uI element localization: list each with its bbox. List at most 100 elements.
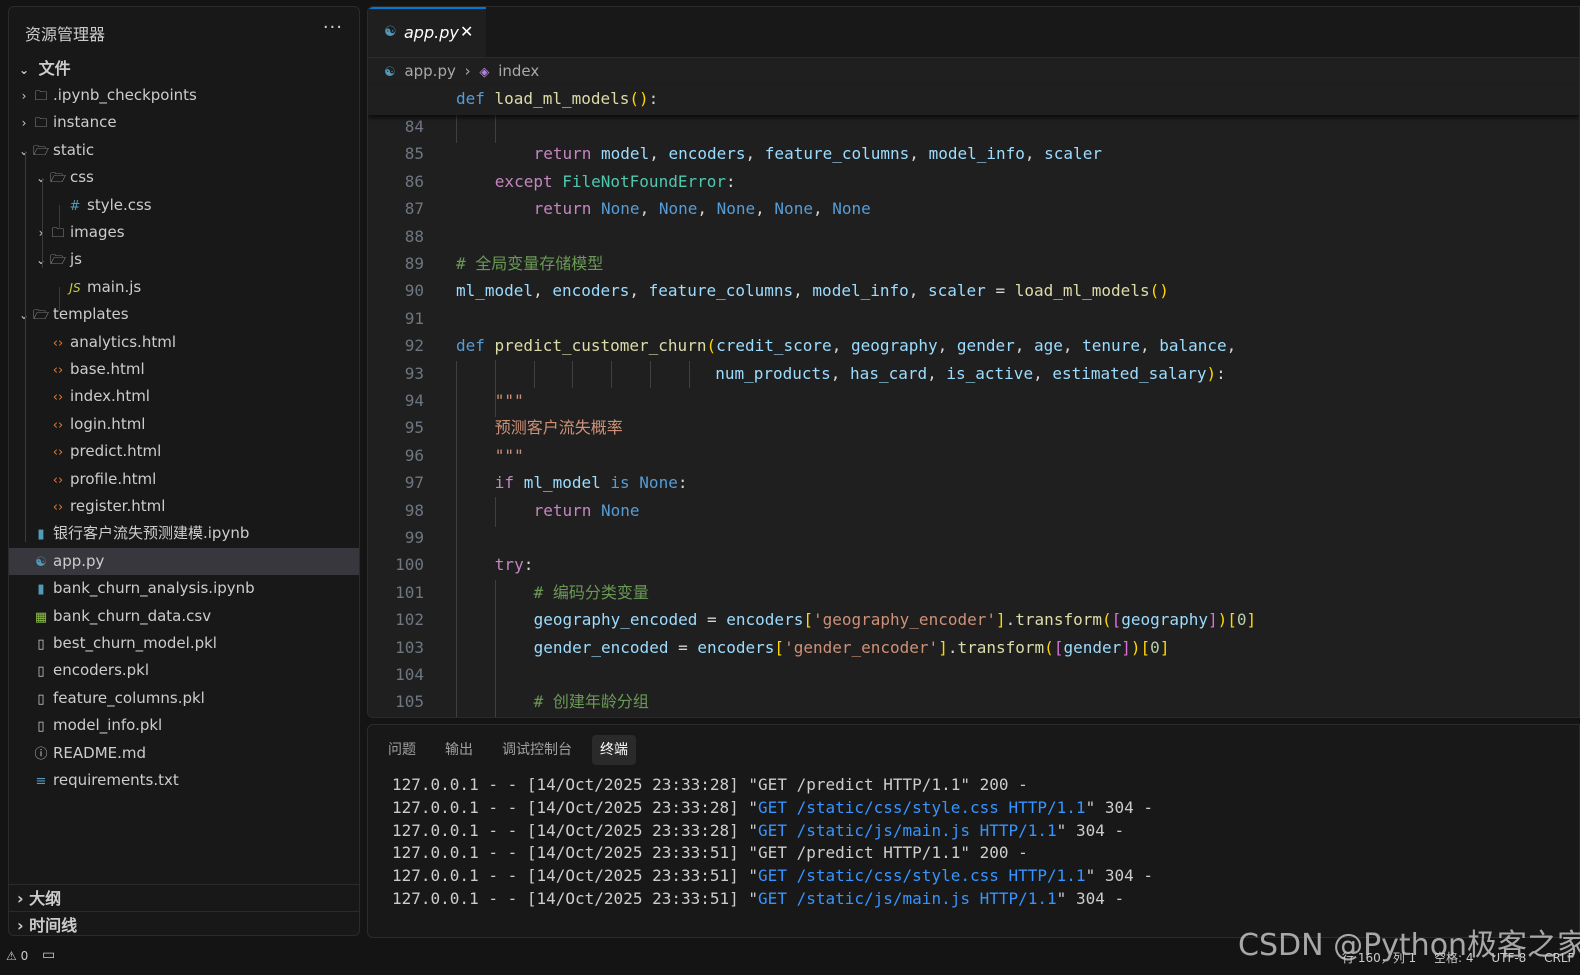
code-token: . [1005,610,1016,630]
code-token: 'gender_encoder' [784,637,939,657]
code-token: None [639,473,678,493]
line-number: 96 [404,445,424,465]
code-text: num_products, has_card, is_active, estim… [715,360,1226,387]
tree-item-register-html[interactable]: ‹› register.html [9,493,359,520]
tree-item-images[interactable]: › 🗀 images [9,219,359,246]
terminal-toggle-icon[interactable]: ▭ [42,947,55,963]
breadcrumb-file[interactable]: app.py [404,62,455,80]
tree-item-label: bank_churn_data.csv [53,606,212,625]
tree-item-bank-churn-analysis-ipynb[interactable]: ▮ bank_churn_analysis.ipynb [9,575,359,602]
more-actions-icon[interactable]: ··· [323,17,343,38]
tree-item-requirements-txt[interactable]: ≡ requirements.txt [9,767,359,794]
code-token: , [1062,336,1083,356]
tree-item--ipynb-checkpoints[interactable]: › 🗀 .ipynb_checkpoints [9,82,359,109]
watermark: CSDN @Python极客之家 [1238,928,1580,963]
code-token: : [1216,363,1226,383]
panel-tab-3[interactable]: 终端 [592,735,636,765]
code-token: , [697,199,717,219]
tree-item-model-info-pkl[interactable]: ▯ model_info.pkl [9,712,359,739]
code-token: gender_encoded [533,637,669,657]
indent-guide [688,361,690,388]
tree-item-label: main.js [87,277,142,296]
line-number: 91 [404,308,424,328]
panel-tab-1[interactable]: 输出 [437,735,481,765]
tree-item-predict-html[interactable]: ‹› predict.html [9,438,359,465]
folder-icon: 🗀 [34,116,48,132]
tree-item-label: index.html [70,387,150,406]
code-token: encoders [726,610,804,630]
tree-item-css[interactable]: ⌄ 🗁 css [9,164,359,191]
tree-item-templates[interactable]: ⌄ 🗁 templates [9,301,359,328]
tree-item-main-js[interactable]: JS main.js [9,274,359,301]
code-token: predict_customer_churn [494,336,707,356]
tree-item-js[interactable]: ⌄ 🗁 js [9,246,359,273]
tree-item-feature-columns-pkl[interactable]: ▯ feature_columns.pkl [9,685,359,712]
log-request: GET /static/css/style.css HTTP/1.1 [758,866,1086,886]
breadcrumb-symbol[interactable]: index [498,62,539,80]
file-icon: ▯ [37,691,45,707]
code-text: # 编码分类变量 [534,579,649,606]
workspace-root[interactable]: ⌄ 文件 [9,55,359,82]
line-number: 95 [404,418,424,438]
line-number: 97 [404,473,424,493]
terminal-line: 127.0.0.1 - - [14/Oct/2025 23:33:51] "GE… [392,864,1153,887]
code-text: return None [534,497,640,524]
code-token: None [601,199,640,219]
tree-item-static[interactable]: ⌄ 🗁 static [9,137,359,164]
tree-item-bank-churn-data-csv[interactable]: ▦ bank_churn_data.csv [9,603,359,630]
code-token: : [726,171,736,191]
problems-indicator[interactable]: ⚠ 0 [6,949,28,963]
close-tab-icon[interactable]: ✕ [460,22,473,41]
sticky-scroll-header[interactable]: def load_ml_models(): [368,85,1579,115]
editor-group: ☯ app.py ✕ ☯ app.py › ◈ index def load_m… [367,6,1580,718]
code-token: geography_encoded [533,610,698,630]
outline-section[interactable]: › 大纲 [9,884,359,912]
code-token: [ [1140,637,1151,657]
code-token: is_active [946,363,1034,383]
code-token: , [927,363,947,383]
tree-item-readme-md[interactable]: ⓘ README.md [9,740,359,767]
tree-item-label: bank_churn_analysis.ipynb [53,579,255,598]
code-token: age [1033,336,1063,356]
code-token: ml_model [456,281,534,301]
panel-tab-2[interactable]: 调试控制台 [494,735,580,765]
code-text: """ [495,387,524,414]
code-editor[interactable]: 83scaler = joblib.load('scaler.pkl')8485… [368,97,1579,717]
panel-tab-0[interactable]: 问题 [380,735,424,765]
html-file-icon: ‹› [52,390,64,406]
chevron-right-icon: › [38,226,44,240]
tree-item-label: profile.html [70,469,157,488]
terminal-line: 127.0.0.1 - - [14/Oct/2025 23:33:51] "GE… [392,841,1028,864]
symbol-variable-icon: ◈ [479,65,490,80]
code-token: , [1139,336,1160,356]
code-token: 0 [1236,610,1247,630]
outline-section-label: 大纲 [29,889,62,908]
tree-item-index-html[interactable]: ‹› index.html [9,383,359,410]
tree-item-银行客户流失预测建模-ipynb[interactable]: ▮ 银行客户流失预测建模.ipynb [9,520,359,547]
code-token: is [600,473,640,493]
tab-label: app.py [404,23,459,42]
notebook-file-icon: ▮ [37,527,45,543]
tab-app-py[interactable]: ☯ app.py ✕ [368,7,486,57]
tree-item-app-py[interactable]: ☯ app.py [9,547,359,575]
code-token: """ [494,391,524,410]
tree-item-style-css[interactable]: # style.css [9,192,359,219]
notebook-file-icon: ▮ [37,582,45,598]
tree-item-label: app.py [53,551,105,570]
tree-item-analytics-html[interactable]: ‹› analytics.html [9,329,359,356]
warning-icon: ⚠ [6,949,17,963]
tree-item-login-html[interactable]: ‹› login.html [9,411,359,438]
log-prefix: 127.0.0.1 - - [14/Oct/2025 23:33:28] " [392,797,759,817]
tree-item-instance[interactable]: › 🗀 instance [9,109,359,136]
workspace-root-label: 文件 [38,59,71,78]
tree-item-best-churn-model-pkl[interactable]: ▯ best_churn_model.pkl [9,630,359,657]
tree-item-profile-html[interactable]: ‹› profile.html [9,466,359,493]
timeline-section[interactable]: › 时间线 [9,911,359,939]
tree-item-encoders-pkl[interactable]: ▯ encoders.pkl [9,657,359,684]
log-request: GET /static/css/style.css HTTP/1.1 [758,797,1086,817]
css-file-icon: # [69,198,81,214]
code-token: geography [1121,610,1208,630]
tree-item-base-html[interactable]: ‹› base.html [9,356,359,383]
code-token: None [716,199,756,219]
explorer-title: 资源管理器 [25,25,106,44]
